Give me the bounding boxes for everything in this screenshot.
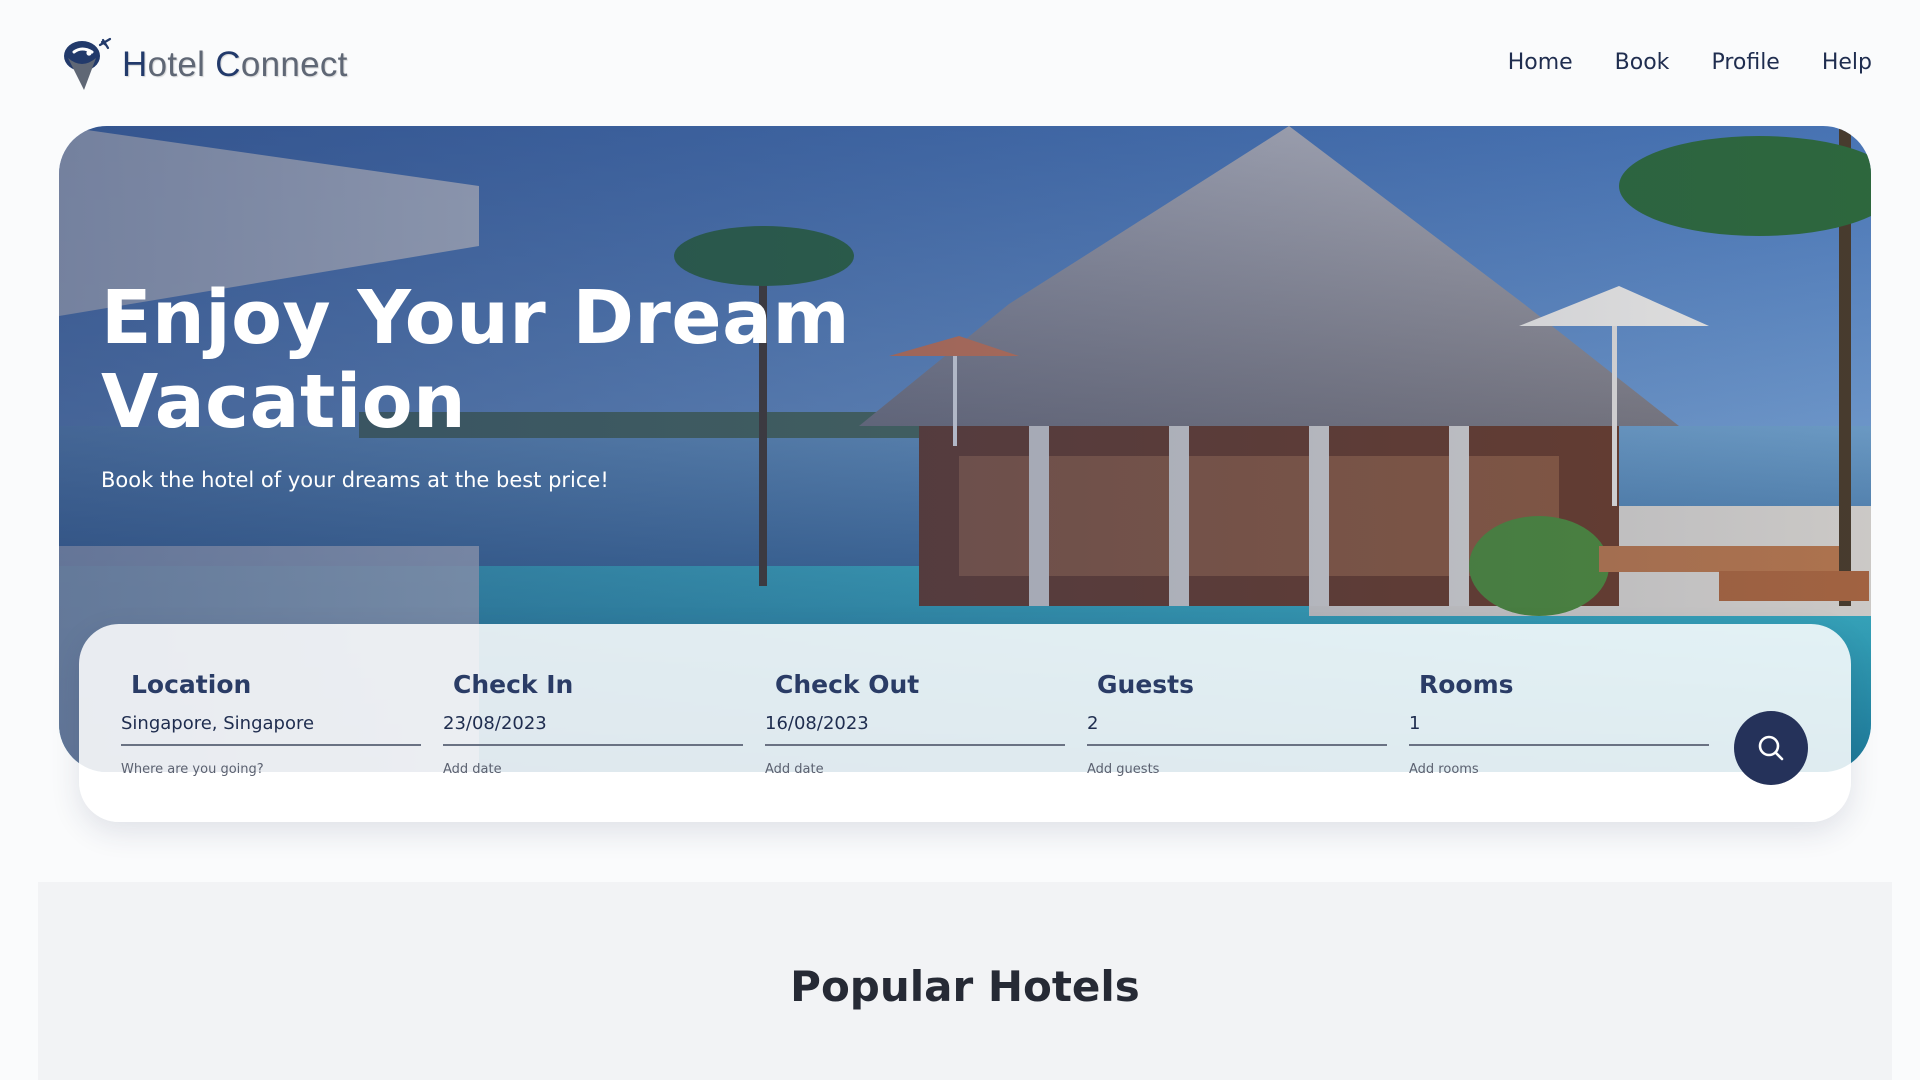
check-in-hint: Add date	[443, 762, 502, 777]
nav-home[interactable]: Home	[1508, 50, 1573, 75]
popular-hotels-section: Popular Hotels	[38, 882, 1892, 1080]
site-header: Hotel Connect Home Book Profile Help	[0, 0, 1920, 126]
check-out-label: Check Out	[775, 670, 920, 699]
nav-book[interactable]: Book	[1615, 50, 1670, 75]
brand-name: Hotel Connect	[122, 45, 348, 85]
main-nav: Home Book Profile Help	[1508, 50, 1872, 75]
check-in-label: Check In	[453, 670, 574, 699]
brand-logo[interactable]: Hotel Connect	[62, 36, 348, 94]
search-card: Location Where are you going? Check In A…	[79, 624, 1851, 822]
location-label: Location	[131, 670, 252, 699]
hero-subtitle: Book the hotel of your dreams at the bes…	[101, 468, 609, 492]
search-button[interactable]	[1734, 711, 1808, 785]
brand-name-connect-rest: onnect	[240, 45, 348, 84]
brand-name-initial-c: C	[215, 45, 241, 84]
nav-help[interactable]: Help	[1822, 50, 1872, 75]
rooms-hint: Add rooms	[1409, 762, 1479, 777]
check-in-input[interactable]	[443, 708, 743, 746]
check-out-input[interactable]	[765, 708, 1065, 746]
guests-label: Guests	[1097, 670, 1194, 699]
brand-name-initial-h: H	[122, 45, 148, 84]
popular-hotels-title: Popular Hotels	[790, 962, 1140, 1011]
rooms-label: Rooms	[1419, 670, 1514, 699]
check-out-hint: Add date	[765, 762, 824, 777]
search-icon	[1758, 735, 1784, 761]
guests-input[interactable]	[1087, 708, 1387, 746]
location-input[interactable]	[121, 708, 421, 746]
hero-title: Enjoy Your Dream Vacation	[101, 275, 851, 445]
plane-pin-logo-icon	[64, 37, 112, 90]
brand-name-hotel-rest: otel	[147, 45, 216, 84]
location-hint: Where are you going?	[121, 762, 264, 777]
rooms-input[interactable]	[1409, 708, 1709, 746]
guests-hint: Add guests	[1087, 762, 1160, 777]
nav-profile[interactable]: Profile	[1711, 50, 1779, 75]
